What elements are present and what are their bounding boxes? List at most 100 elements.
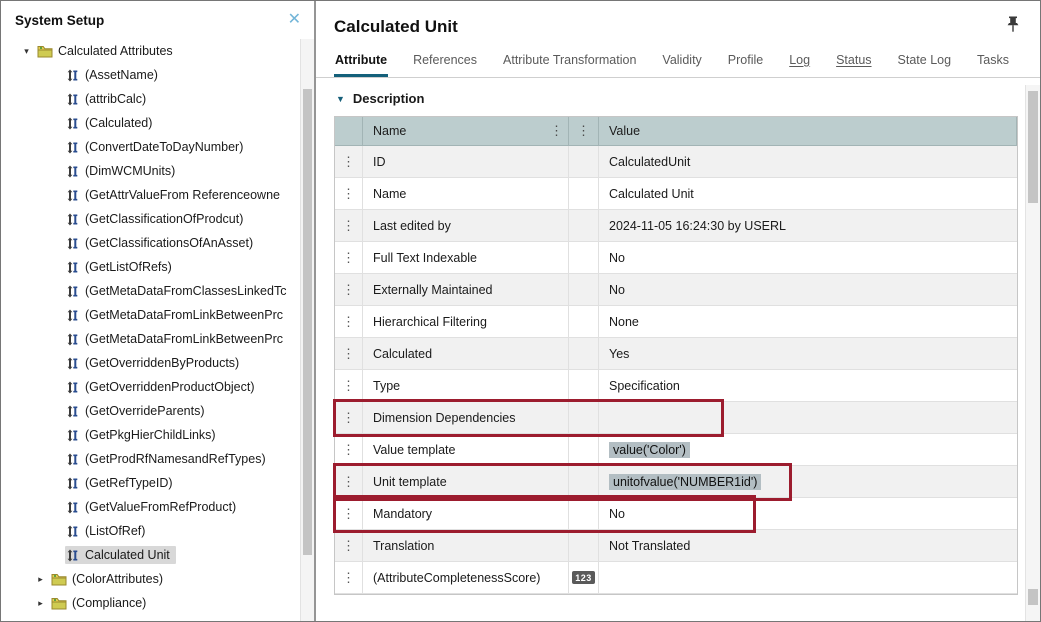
tree-item-label: (GetOverriddenProductObject)	[85, 380, 255, 394]
tree-item[interactable]: (GetProdRfNamesandRefTypes)	[1, 447, 300, 471]
attribute-value-cell[interactable]: No	[599, 274, 1017, 305]
tree-item-label: (GetClassificationOfProdcut)	[85, 212, 243, 226]
row-drag-handle[interactable]: ⋮	[335, 338, 363, 369]
attribute-value-cell[interactable]: value('Color')	[599, 434, 1017, 465]
tab-state-log[interactable]: State Log	[897, 45, 953, 77]
attribute-name-cell: Name	[363, 178, 569, 209]
attribute-value-cell[interactable]: unitofvalue('NUMBER1id')	[599, 466, 1017, 497]
row-drag-handle[interactable]: ⋮	[335, 498, 363, 529]
attribute-value-cell[interactable]: 2024-11-05 16:24:30 by USERL	[599, 210, 1017, 241]
attribute-name-cell: ID	[363, 146, 569, 177]
row-drag-handle[interactable]: ⋮	[335, 466, 363, 497]
tree-item[interactable]: (GetRefTypeID)	[1, 471, 300, 495]
tree-item[interactable]: Calculated Unit	[1, 543, 300, 567]
left-scrollbar-thumb[interactable]	[303, 89, 312, 555]
column-menu-icon[interactable]: ⋮	[550, 123, 563, 139]
tree-item[interactable]: (attribCalc)	[1, 87, 300, 111]
tree-item[interactable]: (ListOfRef)	[1, 519, 300, 543]
tree-item-label: (GetValueFromRefProduct)	[85, 500, 236, 514]
row-mini-cell	[569, 434, 599, 465]
expand-arrow-icon[interactable]: ▾	[21, 46, 32, 57]
tab-tasks[interactable]: Tasks	[976, 45, 1010, 77]
tree-item[interactable]: (GetMetaDataFromClassesLinkedTc	[1, 279, 300, 303]
table-row: ⋮Hierarchical FilteringNone	[335, 306, 1017, 338]
row-mini-cell: 123	[569, 562, 599, 593]
attribute-icon	[67, 189, 79, 202]
tree-item-selection: (ConvertDateToDayNumber)	[65, 138, 249, 156]
row-drag-handle[interactable]: ⋮	[335, 146, 363, 177]
tree-item-label: (AssetName)	[85, 68, 158, 82]
row-drag-handle[interactable]: ⋮	[335, 434, 363, 465]
tab-attribute[interactable]: Attribute	[334, 45, 388, 77]
row-mini-cell	[569, 498, 599, 529]
attribute-value-cell[interactable]	[599, 562, 1017, 593]
tab-attribute-transformation[interactable]: Attribute Transformation	[502, 45, 637, 77]
tree-item[interactable]: (DimWCMUnits)	[1, 159, 300, 183]
tab-status[interactable]: Status	[835, 45, 872, 77]
tab-log[interactable]: Log	[788, 45, 811, 77]
attribute-name-cell: Type	[363, 370, 569, 401]
row-drag-handle[interactable]: ⋮	[335, 274, 363, 305]
tree-item[interactable]: (GetAttrValueFrom Referenceowne	[1, 183, 300, 207]
folder-icon	[51, 573, 67, 586]
tree-item[interactable]: (GetValueFromRefProduct)	[1, 495, 300, 519]
attribute-value-cell[interactable]: No	[599, 242, 1017, 273]
tree-item[interactable]: (GetPkgHierChildLinks)	[1, 423, 300, 447]
right-scrollbar-thumb[interactable]	[1028, 91, 1038, 203]
row-mini-cell	[569, 210, 599, 241]
row-drag-handle[interactable]: ⋮	[335, 370, 363, 401]
attribute-icon	[67, 501, 79, 514]
tree-item[interactable]: (GetOverriddenProductObject)	[1, 375, 300, 399]
table-row: ⋮CalculatedYes	[335, 338, 1017, 370]
row-mini-cell	[569, 178, 599, 209]
row-drag-handle[interactable]: ⋮	[335, 242, 363, 273]
attribute-value-cell[interactable]: No	[599, 498, 1017, 529]
right-scrollbar-lower-thumb[interactable]	[1028, 589, 1038, 605]
tree-item-label: (DimWCMUnits)	[85, 164, 175, 178]
attribute-value-cell[interactable]: Specification	[599, 370, 1017, 401]
row-drag-handle[interactable]: ⋮	[335, 402, 363, 433]
attribute-value-cell[interactable]: Calculated Unit	[599, 178, 1017, 209]
tree-item[interactable]: (ConvertDateToDayNumber)	[1, 135, 300, 159]
pin-icon[interactable]	[1006, 16, 1020, 38]
tree-folder-calculated-attributes[interactable]: ▾ Calculated Attributes	[1, 39, 300, 63]
collapse-arrow-icon[interactable]: ▸	[35, 574, 46, 585]
column-menu-icon[interactable]: ⋮	[577, 123, 590, 139]
row-drag-handle[interactable]: ⋮	[335, 562, 363, 593]
tab-validity[interactable]: Validity	[661, 45, 702, 77]
tree-item-label: (GetRefTypeID)	[85, 476, 173, 490]
close-icon[interactable]: ✕	[288, 12, 301, 28]
attribute-value-cell[interactable]: None	[599, 306, 1017, 337]
detail-panel: Calculated Unit Attribute References Attri…	[316, 1, 1040, 621]
attribute-value-cell[interactable]: CalculatedUnit	[599, 146, 1017, 177]
row-drag-handle[interactable]: ⋮	[335, 306, 363, 337]
table-row: ⋮Externally MaintainedNo	[335, 274, 1017, 306]
tree-item[interactable]: (GetListOfRefs)	[1, 255, 300, 279]
attribute-value-cell[interactable]: Yes	[599, 338, 1017, 369]
tree-item[interactable]: (GetMetaDataFromLinkBetweenPrc	[1, 303, 300, 327]
row-drag-handle[interactable]: ⋮	[335, 210, 363, 241]
tab-references[interactable]: References	[412, 45, 478, 77]
row-drag-handle[interactable]: ⋮	[335, 530, 363, 561]
detail-header: Calculated Unit	[316, 1, 1040, 45]
tree-folder-compliance[interactable]: ▸(Compliance)	[1, 591, 300, 615]
collapse-arrow-icon[interactable]: ▸	[35, 598, 46, 609]
attribute-value-cell[interactable]	[599, 402, 1017, 433]
tree-item[interactable]: (GetOverriddenByProducts)	[1, 351, 300, 375]
attribute-value-cell[interactable]: Not Translated	[599, 530, 1017, 561]
left-scrollbar[interactable]	[300, 39, 314, 621]
tree-item[interactable]: (Calculated)	[1, 111, 300, 135]
tree-folder-colorattributes[interactable]: ▸(ColorAttributes)	[1, 567, 300, 591]
tree-item[interactable]: (GetClassificationsOfAnAsset)	[1, 231, 300, 255]
tree-item[interactable]: (GetOverrideParents)	[1, 399, 300, 423]
tab-profile[interactable]: Profile	[727, 45, 764, 77]
right-scrollbar[interactable]	[1025, 85, 1040, 621]
tree-item[interactable]: (GetMetaDataFromLinkBetweenPrc	[1, 327, 300, 351]
row-drag-handle[interactable]: ⋮	[335, 178, 363, 209]
tree-item[interactable]: (GetClassificationOfProdcut)	[1, 207, 300, 231]
attribute-name-cell: Full Text Indexable	[363, 242, 569, 273]
attribute-name-cell: Last edited by	[363, 210, 569, 241]
tree-item[interactable]: (AssetName)	[1, 63, 300, 87]
section-description[interactable]: ▼ Description	[336, 91, 1023, 106]
attribute-name-cell: (AttributeCompletenessScore)	[363, 562, 569, 593]
